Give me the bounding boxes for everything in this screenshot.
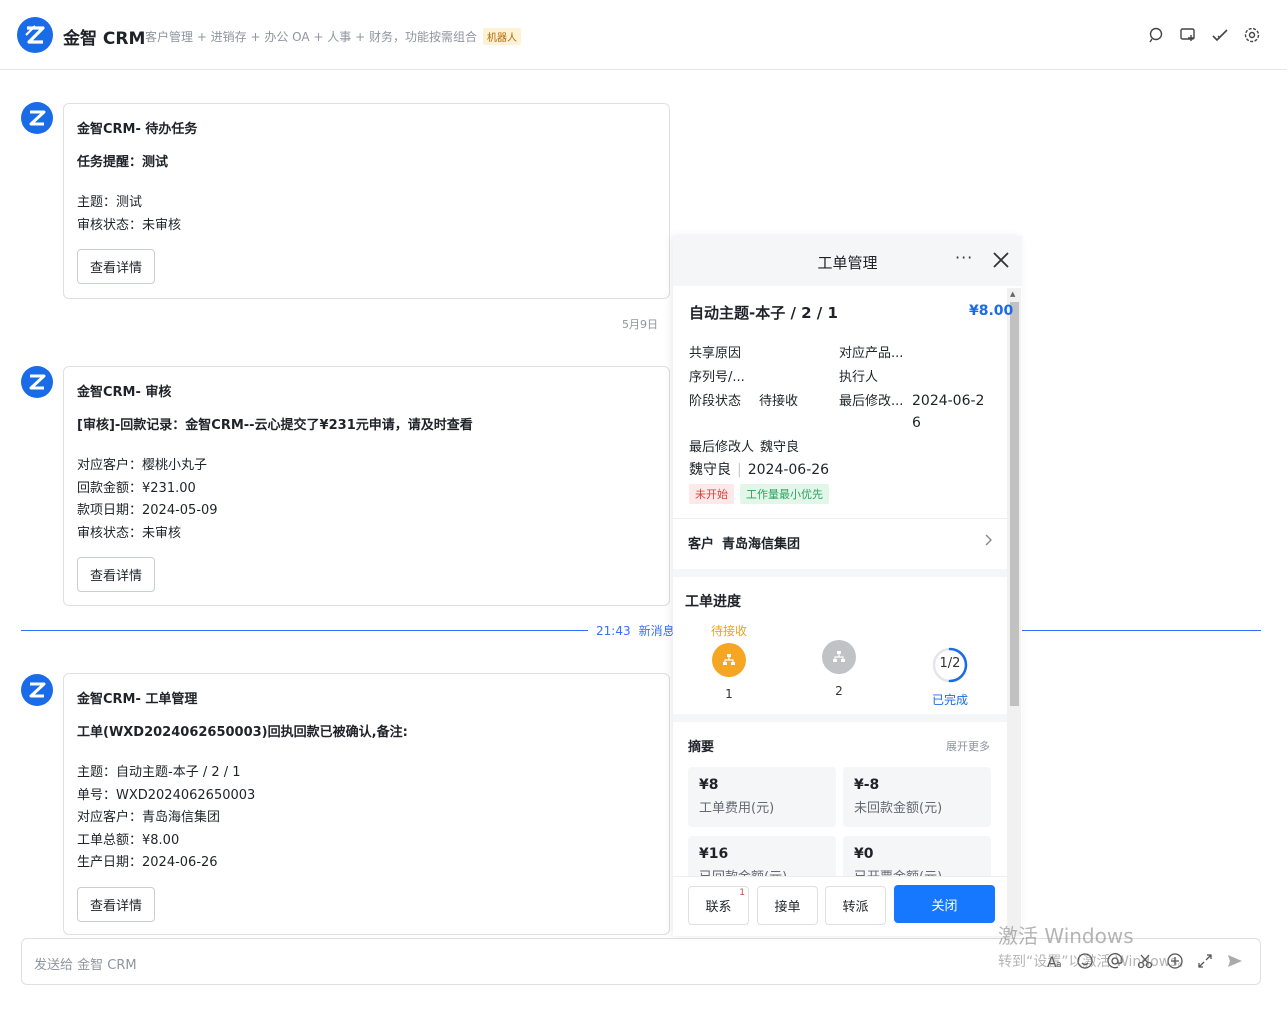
card-line: 审核状态：未审核 <box>77 525 182 541</box>
serial-field: 序列号/... <box>689 370 745 385</box>
send-icon[interactable] <box>1226 952 1244 970</box>
unread-badge: 1 <box>739 888 745 898</box>
message-card-audit: 金智CRM- 审核 [审核]-回款记录：金智CRM--云心提交了¥231元申请，… <box>63 366 670 606</box>
progress-step-2[interactable]: 2 <box>809 640 869 698</box>
divider <box>673 518 1007 519</box>
customer-link[interactable]: 客户 青岛海信集团 <box>688 533 800 552</box>
progress-title: 工单进度 <box>685 594 741 610</box>
priority-badge: 工作量最小优先 <box>740 484 829 504</box>
search-chat-icon[interactable] <box>1147 26 1165 44</box>
bot-avatar-icon[interactable] <box>21 102 53 134</box>
header-toolbar <box>1147 26 1261 44</box>
card-line: 生产日期：2024-06-26 <box>77 855 218 870</box>
app-logo-icon <box>17 17 53 53</box>
card-title: 金智CRM- 工单管理 <box>77 692 198 707</box>
card-line: 单号：WXD2024062650003 <box>77 787 256 803</box>
card-line: 审核状态：未审核 <box>77 217 182 233</box>
expand-icon[interactable] <box>1196 952 1214 970</box>
transfer-button[interactable]: 转派 <box>825 886 886 925</box>
progress-done-label: 已完成 <box>931 693 968 707</box>
section-gap <box>673 714 1007 722</box>
scrollbar-thumb[interactable] <box>1010 302 1019 706</box>
panel-action-bar: 联系 1 接单 转派 关闭 <box>673 876 1007 936</box>
close-order-button[interactable]: 关闭 <box>894 885 995 923</box>
section-gap <box>673 569 1007 577</box>
status-tags: 未开始 工作量最小优先 <box>689 484 829 504</box>
app-subtitle: 客户管理 + 进销存 + 办公 OA + 人事 + 财务，功能按需组合 <box>145 30 477 44</box>
card-headline: 工单(WXD2024062650003)回执回款已被确认,备注: <box>77 725 408 740</box>
contact-button[interactable]: 联系 1 <box>688 886 749 925</box>
work-order-panel: 工单管理 ··· ▲ 自动主题-本子 / 2 / 1 ¥8.00 共享原因 对应… <box>673 236 1022 936</box>
panel-header: 工单管理 ··· <box>673 236 1022 286</box>
card-line: 对应客户：青岛海信集团 <box>77 810 221 825</box>
chevron-right-icon[interactable] <box>981 533 995 547</box>
card-line: 主题：测试 <box>77 195 143 210</box>
panel-scrollbar[interactable]: ▲ <box>1007 288 1021 936</box>
bot-badge: 机器人 <box>483 28 521 45</box>
executor-field: 执行人 <box>839 370 879 385</box>
flow-node-icon <box>822 640 856 674</box>
app-title: 金智 CRM <box>63 29 146 49</box>
card-title: 金智CRM- 待办任务 <box>77 122 198 137</box>
product-field: 对应产品... <box>839 346 904 361</box>
work-order-amount: ¥8.00 <box>969 303 1014 319</box>
progress-ratio: 1/2 <box>939 656 961 671</box>
summary-card: ¥8 工单费用(元) <box>688 767 836 827</box>
share-reason-field: 共享原因 <box>689 346 742 361</box>
last-modified-label: 最后修改... <box>839 394 904 409</box>
card-line: 回款金额：¥231.00 <box>77 480 196 496</box>
date-separator: 5月9日 <box>622 318 658 331</box>
bot-avatar-icon[interactable] <box>21 674 53 706</box>
summary-card: ¥-8 未回款金额(元) <box>843 767 991 827</box>
add-chat-icon[interactable] <box>1179 26 1197 44</box>
check-task-icon[interactable] <box>1211 26 1229 44</box>
work-order-title: 自动主题-本子 / 2 / 1 <box>689 304 838 322</box>
more-options-icon[interactable]: ··· <box>955 248 973 267</box>
status-badge: 未开始 <box>689 484 734 504</box>
scroll-up-icon[interactable]: ▲ <box>1010 290 1015 298</box>
settings-gear-icon[interactable] <box>1243 26 1261 44</box>
message-card-task: 金智CRM- 待办任务 任务提醒：测试 主题：测试 审核状态：未审核 查看详情 <box>63 103 670 299</box>
last-modified-value: 2024-06-2 6 <box>912 393 985 431</box>
accept-order-button[interactable]: 接单 <box>757 886 818 925</box>
card-line: 对应客户：樱桃小丸子 <box>77 458 208 473</box>
card-line: 工单总额：¥8.00 <box>77 832 180 848</box>
view-details-button[interactable]: 查看详情 <box>77 886 156 922</box>
expand-more-link[interactable]: 展开更多 <box>946 738 990 754</box>
flow-node-icon <box>712 643 746 677</box>
message-card-work-order: 金智CRM- 工单管理 工单(WXD2024062650003)回执回款已被确认… <box>63 673 670 935</box>
view-details-button[interactable]: 查看详情 <box>77 249 156 284</box>
close-icon[interactable] <box>991 250 1011 270</box>
stage-field: 阶段状态 待接收 <box>689 394 799 409</box>
summary-title: 摘要 <box>688 740 715 755</box>
card-line: 主题：自动主题-本子 / 2 / 1 <box>77 765 241 780</box>
windows-activation-watermark: 激活 Windows 转到“设置”以激活 Windows。 <box>998 924 1192 970</box>
view-details-button[interactable]: 查看详情 <box>77 557 156 592</box>
bot-avatar-icon[interactable] <box>21 366 53 398</box>
last-modifier-field: 最后修改人 魏守良 <box>689 440 800 455</box>
new-message-label: 21:43 新消息 <box>588 622 683 639</box>
card-title: 金智CRM- 审核 <box>77 385 172 400</box>
card-headline: 任务提醒：测试 <box>77 155 169 170</box>
card-headline: [审核]-回款记录：金智CRM--云心提交了¥231元申请，请及时查看 <box>77 418 473 433</box>
progress-step-1[interactable]: 待接收 1 <box>699 622 759 701</box>
creator-field: 魏守良 | 2024-06-26 <box>689 462 830 478</box>
app-header: 金智 CRM 客户管理 + 进销存 + 办公 OA + 人事 + 财务，功能按需… <box>0 0 1287 70</box>
card-line: 款项日期：2024-05-09 <box>77 503 218 518</box>
composer-placeholder: 发送给 金智 CRM <box>34 958 137 973</box>
